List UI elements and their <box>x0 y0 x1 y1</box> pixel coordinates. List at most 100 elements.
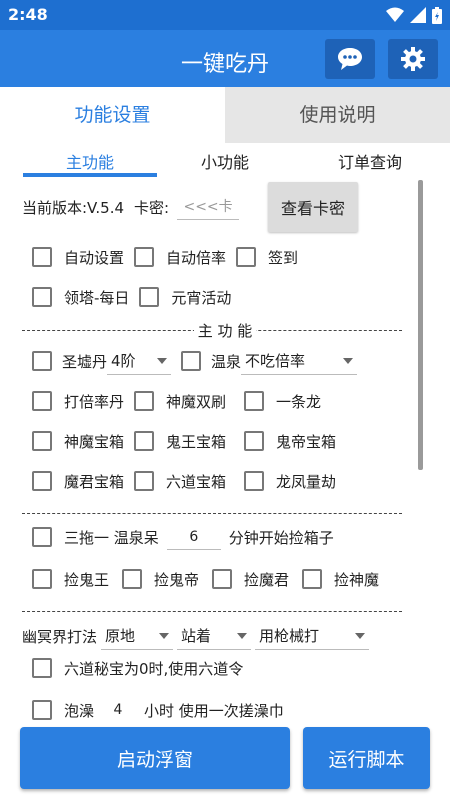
feature-row-a: 打倍率丹 神魔双刷 一条龙 <box>22 386 321 416</box>
auto-settings-checkbox[interactable] <box>32 247 52 267</box>
dropdown-arrow-icon <box>157 357 168 364</box>
subtab-small-functions[interactable]: 小功能 <box>160 149 290 173</box>
shengxu-level-value: 4阶 <box>111 352 136 370</box>
six-path-chest-checkbox[interactable] <box>134 471 154 491</box>
sub-tabs: 主功能 小功能 订单查询 <box>0 143 450 179</box>
sign-in-checkbox[interactable] <box>236 247 257 267</box>
auto-settings-label: 自动设置 <box>64 248 125 267</box>
paozao-checkbox[interactable] <box>32 700 52 720</box>
auto-rate-checkbox[interactable] <box>134 247 155 267</box>
dragon-phoenix-label: 龙凤量劫 <box>276 472 337 491</box>
shenmo-chest-checkbox[interactable] <box>32 431 52 451</box>
pick-row: 捡鬼王 捡鬼帝 捡魔君 捡神魔 <box>22 564 379 594</box>
demon-lord-chest-label: 魔君宝箱 <box>64 472 125 491</box>
pick-ghost-emperor-checkbox[interactable] <box>122 569 143 589</box>
start-float-window-button[interactable]: 启动浮窗 <box>20 727 290 789</box>
youming-position-select[interactable]: 原地 <box>101 622 174 650</box>
shenmo-double-checkbox[interactable] <box>134 391 154 411</box>
version-row: 当前版本:V.5.4 卡密: <<<卡 <box>22 192 240 222</box>
santuo-minutes-input[interactable]: 6 <box>166 524 221 550</box>
run-script-button[interactable]: 运行脚本 <box>303 727 430 789</box>
dropdown-arrow-icon <box>159 632 170 639</box>
shengxu-checkbox[interactable] <box>32 351 52 371</box>
section-title-text: 主 功 能 <box>193 322 257 340</box>
pick-shenmo-label: 捡神魔 <box>334 570 380 589</box>
wenquan-rate-select[interactable]: 不吃倍率 <box>241 347 358 375</box>
youming-label: 幽冥界打法 <box>22 627 98 646</box>
ghost-king-chest-label: 鬼王宝箱 <box>166 432 227 451</box>
rate-pill-label: 打倍率丹 <box>64 392 125 411</box>
tab-instructions[interactable]: 使用说明 <box>225 87 450 143</box>
shengxu-level-select[interactable]: 4阶 <box>107 347 172 375</box>
main-tabs: 功能设置 使用说明 <box>0 87 450 143</box>
one-dragon-checkbox[interactable] <box>244 391 264 411</box>
tower-daily-checkbox[interactable] <box>32 287 52 307</box>
view-card-key-button[interactable]: 查看卡密 <box>268 182 358 232</box>
youming-stance-value: 站着 <box>181 627 212 645</box>
signal-icon <box>410 7 426 23</box>
dropdown-arrow-icon <box>237 632 248 639</box>
ghost-emperor-chest-checkbox[interactable] <box>244 431 264 451</box>
shenmo-double-label: 神魔双刷 <box>166 392 227 411</box>
wenquan-checkbox[interactable] <box>181 351 202 371</box>
dropdown-arrow-icon <box>355 632 366 639</box>
pick-ghost-emperor-label: 捡鬼帝 <box>154 570 200 589</box>
gear-icon <box>401 47 425 71</box>
santuo-checkbox[interactable] <box>32 527 52 547</box>
status-time: 2:48 <box>8 5 48 24</box>
santuo-suffix-label: 分钟开始捡箱子 <box>228 528 334 547</box>
battery-icon <box>432 6 442 24</box>
shengxu-label: 圣墟丹 <box>62 352 108 371</box>
lantern-event-checkbox[interactable] <box>139 287 160 307</box>
settings-button[interactable] <box>388 39 438 79</box>
pick-demon-lord-checkbox[interactable] <box>212 569 233 589</box>
wenquan-rate-value: 不吃倍率 <box>245 352 306 370</box>
feature-row-c: 魔君宝箱 六道宝箱 龙凤量劫 <box>22 466 336 496</box>
feature-row-b: 神魔宝箱 鬼王宝箱 鬼帝宝箱 <box>22 426 336 456</box>
youming-row: 幽冥界打法 原地 站着 用枪械打 <box>22 621 370 651</box>
pick-ghost-king-label: 捡鬼王 <box>64 570 110 589</box>
pick-demon-lord-label: 捡魔君 <box>244 570 290 589</box>
rate-pill-checkbox[interactable] <box>32 391 52 411</box>
card-key-input[interactable]: <<<卡 <box>177 194 240 220</box>
demon-lord-chest-checkbox[interactable] <box>32 471 52 491</box>
status-icons <box>386 6 442 24</box>
wifi-icon <box>386 7 404 22</box>
status-bar: 2:48 <box>0 0 450 30</box>
version-label: 当前版本:V.5.4 <box>22 198 125 217</box>
app-title: 一键吃丹 <box>180 52 269 77</box>
paozao-label: 泡澡 <box>64 701 95 720</box>
options-row-2: 领塔-每日 元宵活动 <box>22 282 231 312</box>
auto-rate-label: 自动倍率 <box>166 248 227 267</box>
santuo-row: 三拖一 温泉呆 6 分钟开始捡箱子 <box>22 522 334 552</box>
subtab-order-query[interactable]: 订单查询 <box>300 149 440 173</box>
pick-shenmo-checkbox[interactable] <box>302 569 323 589</box>
youming-weapon-select[interactable]: 用枪械打 <box>255 622 370 650</box>
card-key-label: 卡密: <box>134 198 170 217</box>
divider-line <box>22 611 402 612</box>
subtab-main-functions[interactable]: 主功能 <box>23 149 157 173</box>
liudao-label: 六道秘宝为0时,使用六道令 <box>64 659 244 678</box>
tower-daily-label: 领塔-每日 <box>64 288 130 307</box>
wenquan-label: 温泉 <box>211 352 242 371</box>
chat-bubble-icon <box>338 48 362 70</box>
ghost-king-chest-checkbox[interactable] <box>134 431 154 451</box>
subtab-indicator <box>23 173 157 177</box>
dragon-phoenix-checkbox[interactable] <box>244 471 264 491</box>
tab-function-settings[interactable]: 功能设置 <box>0 87 225 143</box>
shenmo-chest-label: 神魔宝箱 <box>64 432 125 451</box>
youming-weapon-value: 用枪械打 <box>259 627 320 645</box>
options-row-1: 自动设置 自动倍率 签到 <box>22 242 298 272</box>
app-bar: 一键吃丹 <box>0 30 450 87</box>
santuo-label: 三拖一 温泉呆 <box>64 528 159 547</box>
six-path-chest-label: 六道宝箱 <box>166 472 227 491</box>
youming-stance-select[interactable]: 站着 <box>177 622 252 650</box>
liudao-checkbox[interactable] <box>32 658 52 678</box>
dropdown-arrow-icon <box>343 357 354 364</box>
ghost-emperor-chest-label: 鬼帝宝箱 <box>276 432 337 451</box>
sign-in-label: 签到 <box>268 248 299 267</box>
pick-ghost-king-checkbox[interactable] <box>32 569 52 589</box>
chat-button[interactable] <box>325 39 375 79</box>
paozao-hours-input[interactable]: 4 <box>98 697 138 723</box>
liudao-row: 六道秘宝为0时,使用六道令 <box>22 653 243 683</box>
